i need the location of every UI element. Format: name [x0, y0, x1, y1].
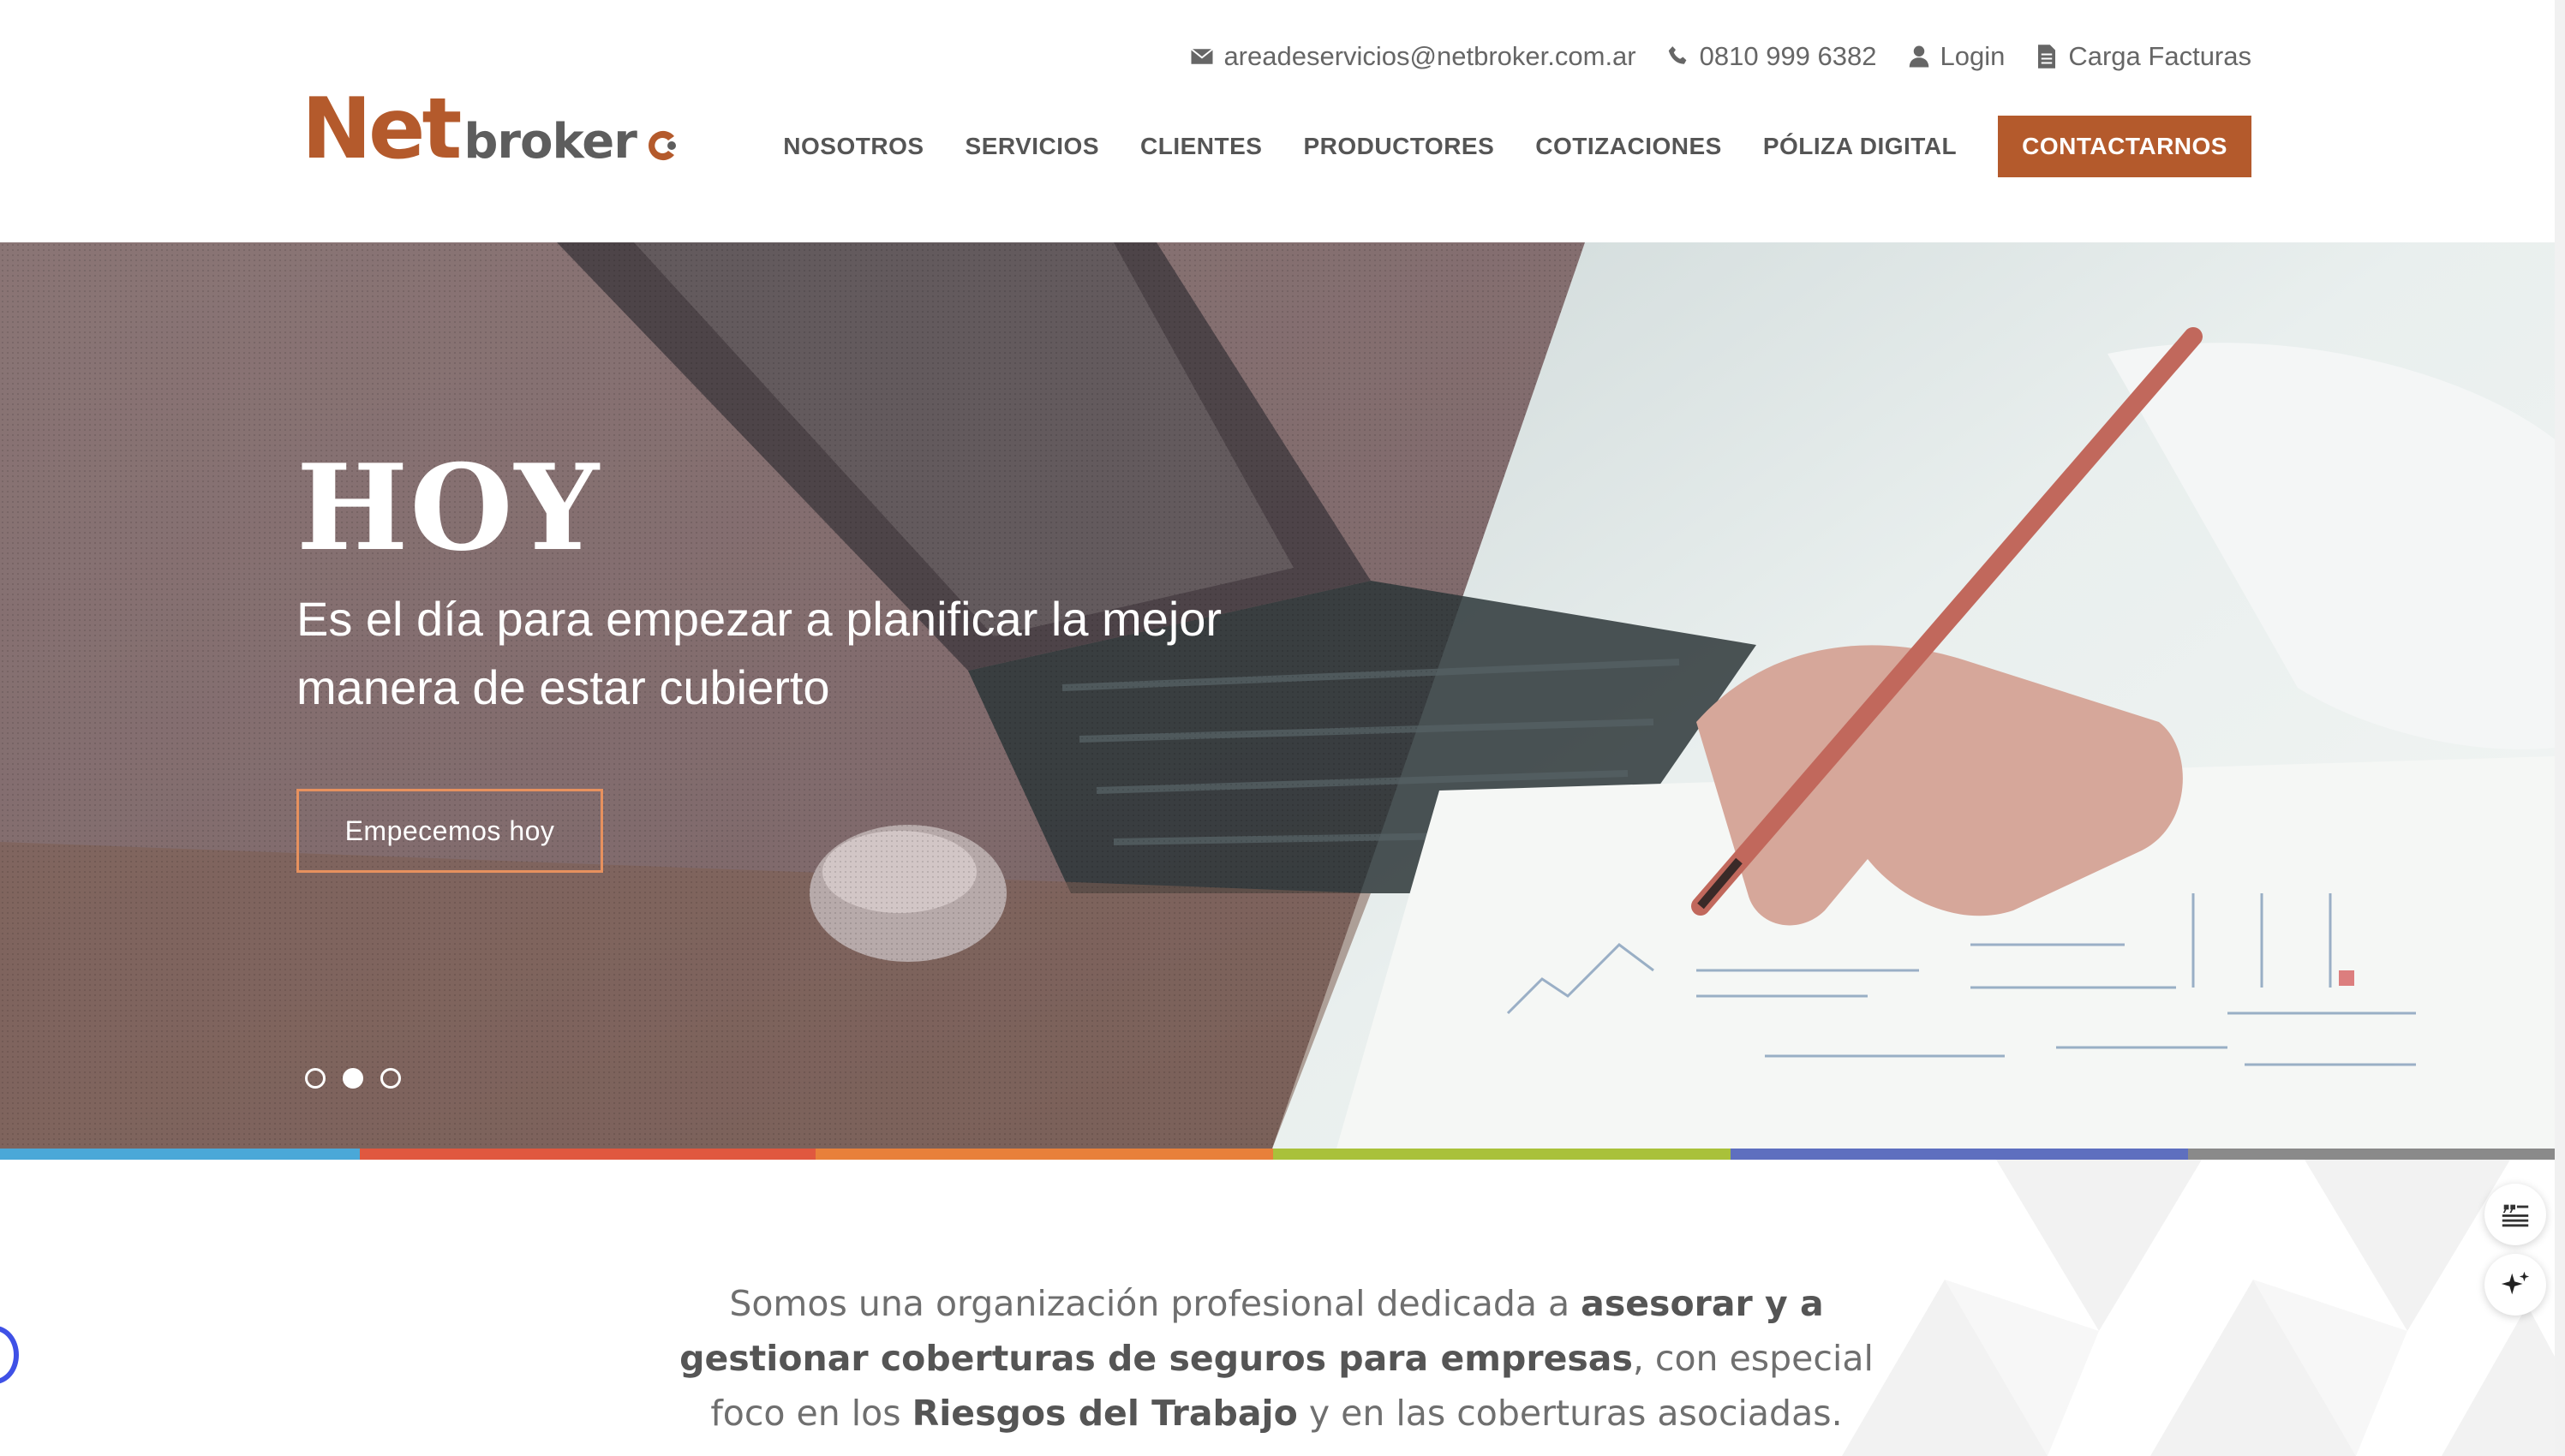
slider-pagination [305, 1068, 401, 1089]
site-header: areadeservicios@netbroker.com.ar 0810 99… [0, 0, 2565, 242]
intro-bold-2: Riesgos del Trabajo [912, 1393, 1298, 1434]
stripe-orange [816, 1149, 1273, 1160]
start-today-button[interactable]: Empecemos hoy [296, 789, 603, 873]
main-nav: NOSOTROS SERVICIOS CLIENTES PRODUCTORES … [742, 116, 2251, 177]
nav-servicios[interactable]: SERVICIOS [966, 133, 1099, 160]
netbroker-logo[interactable]: Net broker [302, 86, 683, 171]
hero-title: HOY [296, 438, 601, 577]
slider-dot-1[interactable] [305, 1068, 326, 1089]
stripe-blue [0, 1149, 360, 1160]
color-stripe [0, 1149, 2555, 1160]
hero-slider: HOY Es el día para empezar a planificar … [0, 242, 2555, 1149]
login-text: Login [1940, 41, 2006, 71]
top-contact-bar: areadeservicios@netbroker.com.ar 0810 99… [1189, 41, 2251, 72]
logo-mark-icon [648, 130, 676, 161]
envelope-icon [1191, 48, 1214, 64]
phone-link[interactable]: 0810 999 6382 [1665, 41, 1877, 72]
stripe-red [360, 1149, 816, 1160]
intro-text-3: y en las coberturas asociadas. [1297, 1393, 1843, 1434]
invoices-text: Carga Facturas [2068, 41, 2251, 71]
page-scrollbar[interactable] [2555, 0, 2565, 1456]
nav-poliza-digital[interactable]: PÓLIZA DIGITAL [1763, 133, 1957, 160]
nav-nosotros[interactable]: NOSOTROS [783, 133, 924, 160]
accessibility-widget[interactable] [0, 1326, 19, 1384]
login-link[interactable]: Login [1906, 41, 2006, 72]
email-text: areadeservicios@netbroker.com.ar [1223, 41, 1636, 71]
hero-subtitle: Es el día para empezar a planificar la m… [296, 592, 1223, 714]
user-icon [1909, 45, 1928, 68]
nav-clientes[interactable]: CLIENTES [1140, 133, 1262, 160]
nav-cotizaciones[interactable]: COTIZACIONES [1535, 133, 1722, 160]
slider-dot-3[interactable] [380, 1068, 401, 1089]
quote-reader-button[interactable] [2484, 1184, 2546, 1245]
stripe-green [1273, 1149, 1731, 1160]
slider-dot-2[interactable] [343, 1068, 363, 1089]
quote-list-icon [2502, 1204, 2529, 1227]
logo-net-text: Net [302, 81, 462, 178]
intro-paragraph: Somos una organización profesional dedic… [668, 1276, 1885, 1441]
sparkle-icon [2501, 1271, 2530, 1295]
stripe-gray [2188, 1149, 2555, 1160]
contact-button[interactable]: CONTACTARNOS [1998, 116, 2251, 177]
ai-assistant-button[interactable] [2484, 1254, 2546, 1316]
invoices-link[interactable]: Carga Facturas [2034, 41, 2251, 72]
stripe-indigo [1731, 1149, 2188, 1160]
email-link[interactable]: areadeservicios@netbroker.com.ar [1189, 41, 1636, 72]
phone-text: 0810 999 6382 [1699, 41, 1877, 71]
intro-text-1: Somos una organización profesional dedic… [729, 1283, 1581, 1324]
phone-icon [1668, 46, 1686, 64]
triangle-pattern-background [1842, 1160, 2555, 1456]
document-icon [2038, 45, 2056, 69]
logo-broker-text: broker [463, 114, 637, 170]
nav-productores[interactable]: PRODUCTORES [1303, 133, 1494, 160]
